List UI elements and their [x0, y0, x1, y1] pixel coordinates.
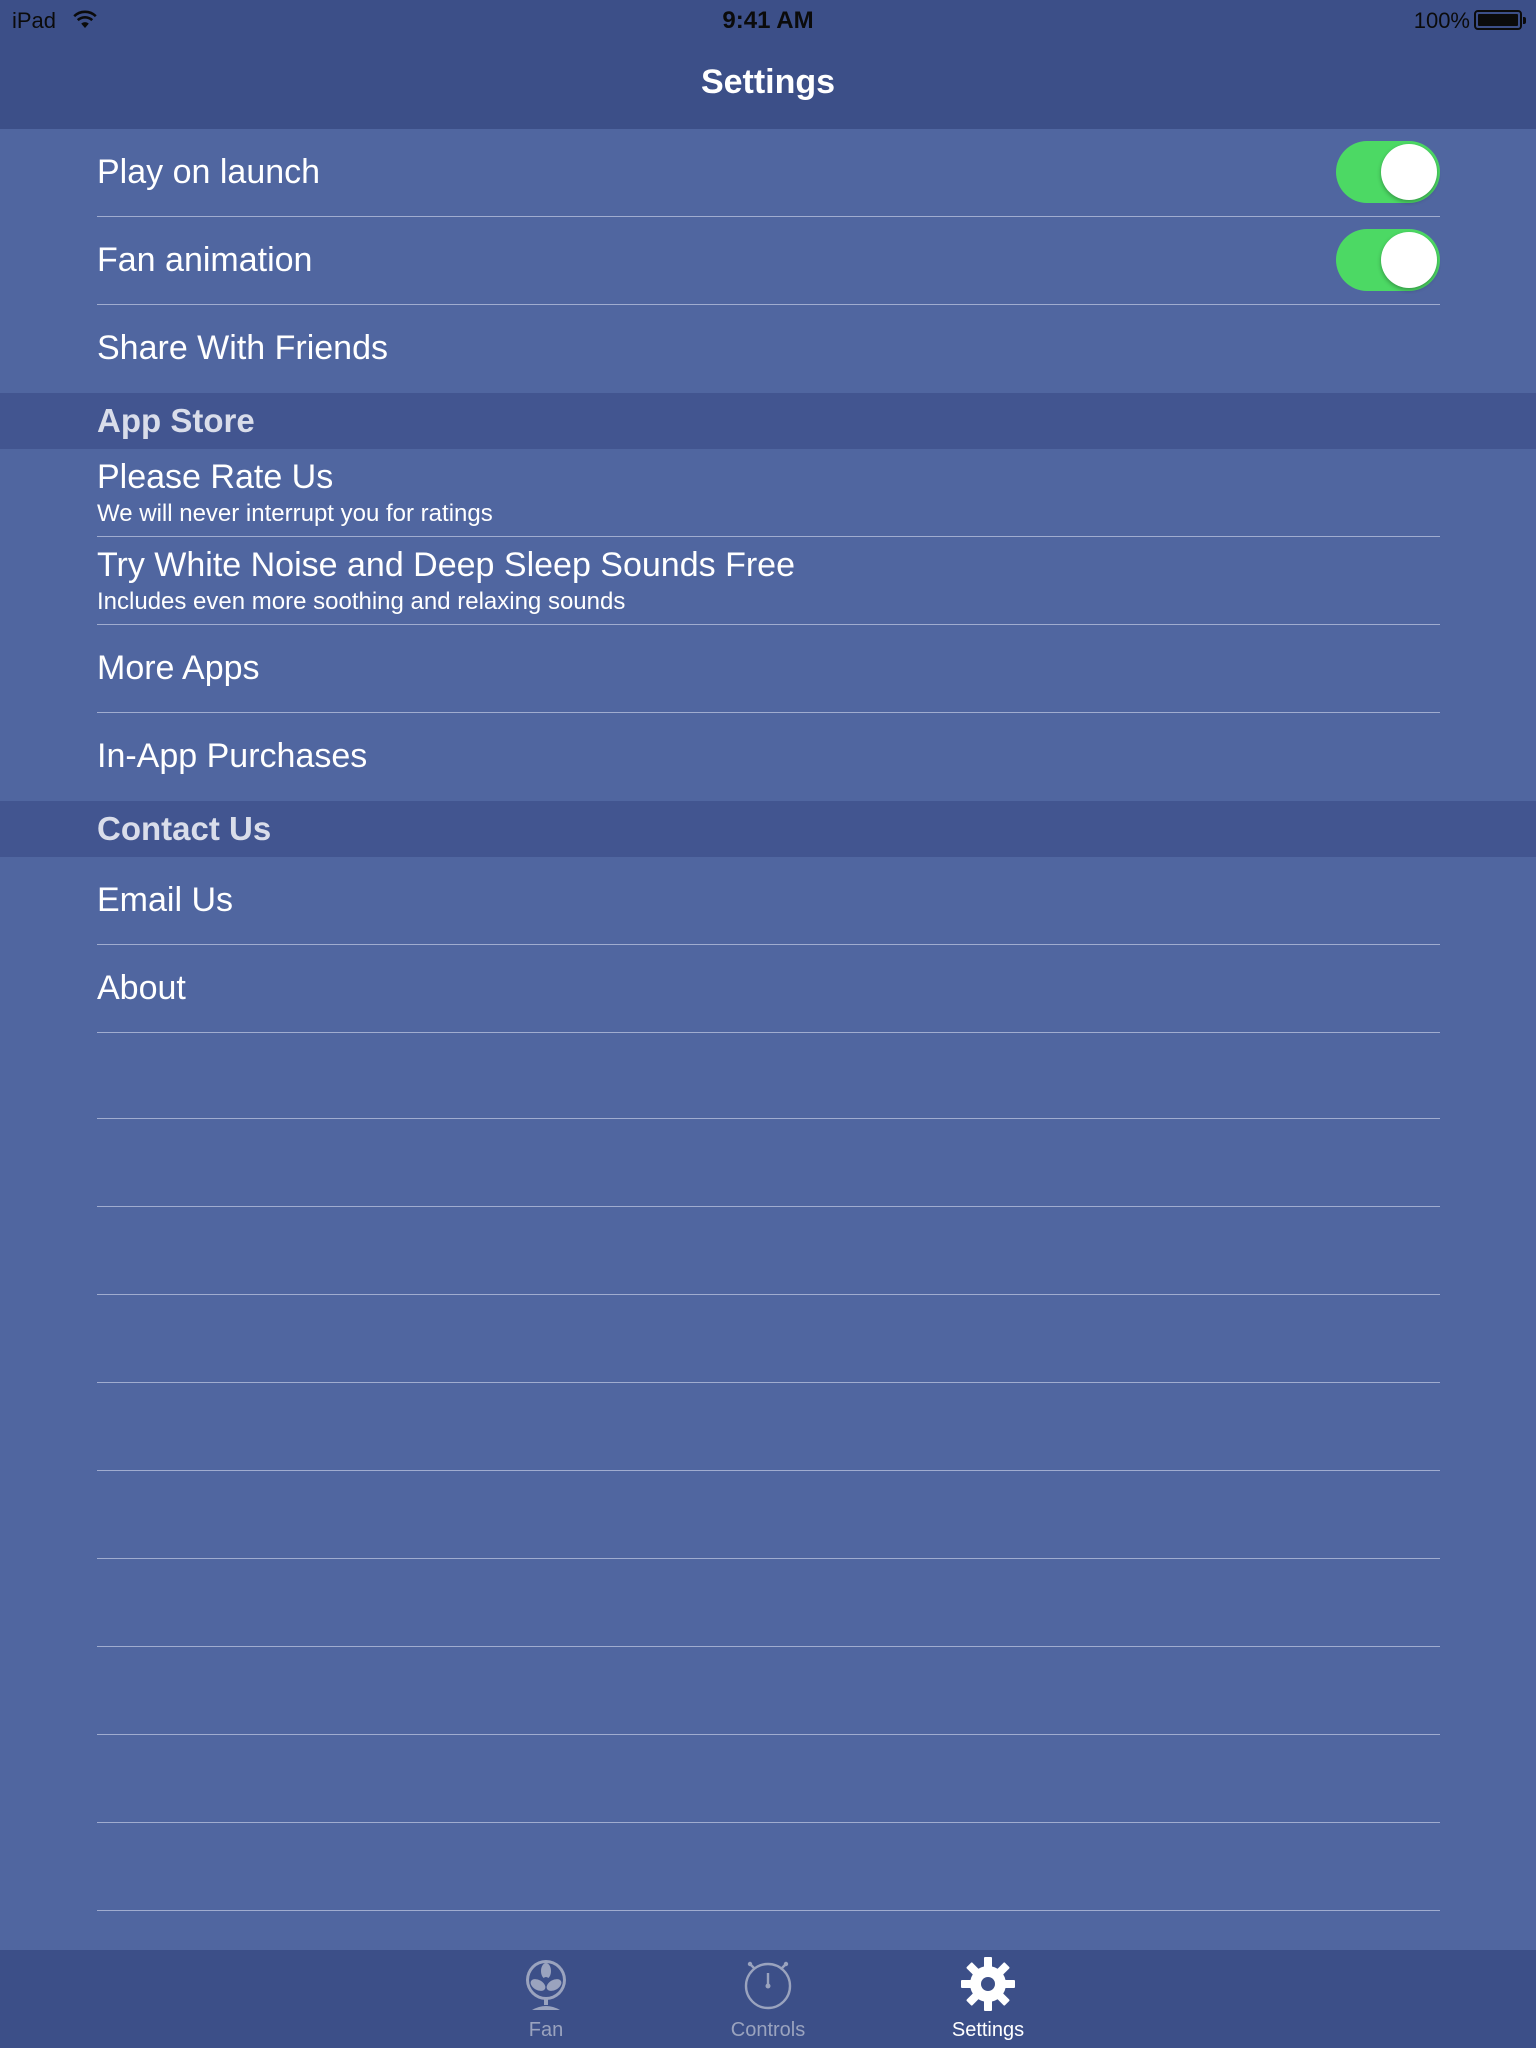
in-app-purchases-label: In-App Purchases [97, 737, 368, 775]
tab-fan-label: Fan [528, 2019, 564, 2041]
share-with-friends-label: Share With Friends [97, 329, 388, 367]
battery-icon [1474, 10, 1526, 30]
white-noise-promo-title: Try White Noise and Deep Sleep Sounds Fr… [97, 546, 795, 584]
empty-row [0, 1735, 1536, 1823]
timer-icon [744, 1961, 792, 2010]
tab-settings-label: Settings [951, 2019, 1025, 2041]
email-us-label: Email Us [97, 881, 234, 919]
tab-settings[interactable]: Settings [908, 1950, 1068, 2048]
play-on-launch-label: Play on launch [97, 153, 321, 191]
empty-row [0, 1119, 1536, 1207]
share-with-friends-row[interactable]: Share With Friends [0, 305, 1536, 393]
tab-bar: Fan Controls Settings [0, 1950, 1536, 2048]
fan-animation-row: Fan animation [0, 217, 1536, 305]
empty-row [0, 1295, 1536, 1383]
more-apps-label: More Apps [97, 649, 260, 687]
fan-animation-toggle[interactable] [1336, 229, 1440, 291]
white-noise-promo-row[interactable]: Try White Noise and Deep Sleep Sounds Fr… [0, 537, 1536, 625]
empty-row [0, 1823, 1536, 1911]
top-bar: iPad 9:41 AM 100% Settings [0, 0, 1536, 129]
white-noise-promo-subtitle: Includes even more soothing and relaxing… [97, 588, 626, 615]
rate-us-title: Please Rate Us [97, 458, 334, 496]
clock: 9:41 AM [722, 7, 814, 34]
empty-table-filler [0, 1031, 1536, 1911]
fan-icon [526, 1960, 566, 2010]
app-store-header-label: App Store [97, 402, 255, 439]
empty-row [0, 1031, 1536, 1119]
tab-controls[interactable]: Controls [688, 1950, 848, 2048]
fan-animation-label: Fan animation [97, 241, 313, 279]
empty-row [0, 1647, 1536, 1735]
in-app-purchases-row[interactable]: In-App Purchases [0, 713, 1536, 801]
empty-row [0, 1559, 1536, 1647]
empty-row [0, 1471, 1536, 1559]
more-apps-row[interactable]: More Apps [0, 625, 1536, 713]
status-bar: iPad 9:41 AM 100% [0, 0, 1536, 40]
tab-fan[interactable]: Fan [466, 1950, 626, 2048]
toggle-knob [1381, 232, 1437, 288]
rate-us-row[interactable]: Please Rate Us We will never interrupt y… [0, 449, 1536, 537]
page-title: Settings [700, 63, 836, 101]
about-row[interactable]: About [0, 945, 1536, 1033]
contact-us-section-header: Contact Us [0, 801, 1536, 857]
about-label: About [97, 969, 186, 1007]
tab-controls-label: Controls [730, 2019, 806, 2041]
email-us-row[interactable]: Email Us [0, 857, 1536, 945]
settings-table: Play on launch Fan animation Share With … [0, 129, 1536, 1033]
play-on-launch-row: Play on launch [0, 129, 1536, 217]
empty-row [0, 1383, 1536, 1471]
rate-us-subtitle: We will never interrupt you for ratings [97, 500, 493, 527]
settings-screen: iPad 9:41 AM 100% Settings Play on launc… [0, 0, 1536, 2048]
toggle-knob [1381, 144, 1437, 200]
empty-row [0, 1207, 1536, 1295]
contact-us-header-label: Contact Us [97, 810, 272, 847]
battery-percent: 100% [1413, 8, 1470, 33]
play-on-launch-toggle[interactable] [1336, 141, 1440, 203]
app-store-section-header: App Store [0, 393, 1536, 449]
gear-icon [961, 1957, 1015, 2011]
